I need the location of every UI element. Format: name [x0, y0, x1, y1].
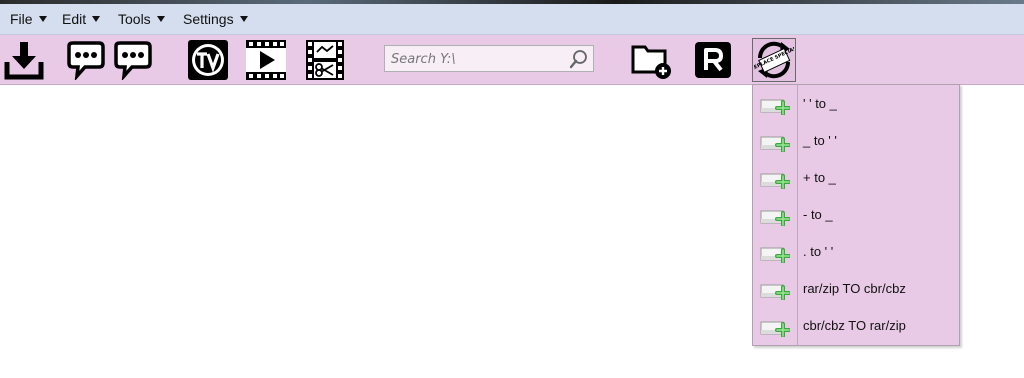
- add-rename-rule-icon: [760, 284, 790, 300]
- speech-bubble-icon: [67, 41, 105, 80]
- replace-special-icon: REPLACE SPECIAL: [754, 41, 794, 79]
- film-edit-button[interactable]: [303, 38, 347, 82]
- new-folder-button[interactable]: [629, 38, 673, 82]
- menu-item-label: rar/zip TO cbr/cbz: [803, 281, 906, 296]
- menu-item-label: _ to ' ': [803, 133, 837, 148]
- menu-item-label: cbr/cbz TO rar/zip: [803, 318, 906, 333]
- download-icon: [4, 42, 44, 80]
- menu-item-label: - to _: [803, 207, 833, 222]
- menu-item-label: . to ' ': [803, 244, 834, 259]
- chevron-down-icon: [92, 16, 101, 23]
- download-button[interactable]: [2, 38, 46, 82]
- rename-button[interactable]: [691, 38, 735, 82]
- add-rename-rule-icon: [760, 321, 790, 337]
- new-folder-icon: [631, 45, 671, 79]
- menu-file-label: File: [10, 11, 33, 27]
- menu-item-rar-zip-to-cbr-cbz[interactable]: rar/zip TO cbr/cbz: [753, 271, 959, 308]
- search-input[interactable]: [391, 49, 561, 69]
- chat-button-2[interactable]: [111, 38, 155, 82]
- menu-tools-label: Tools: [118, 11, 151, 27]
- menu-file[interactable]: File: [10, 11, 47, 27]
- menu-edit-label: Edit: [62, 11, 87, 27]
- menu-bar: File Edit Tools Settings: [0, 4, 1024, 35]
- chat-button[interactable]: [64, 38, 108, 82]
- menu-tools[interactable]: Tools: [118, 11, 165, 27]
- tv-button[interactable]: [186, 38, 230, 82]
- add-rename-rule-icon: [760, 99, 790, 115]
- menu-item-dot-to-space[interactable]: . to ' ': [753, 234, 959, 271]
- video-button[interactable]: [244, 38, 288, 82]
- add-rename-rule-icon: [760, 173, 790, 189]
- chevron-down-icon: [38, 16, 47, 23]
- menu-item-cbr-cbz-to-rar-zip[interactable]: cbr/cbz TO rar/zip: [753, 308, 959, 345]
- menu-item-underscore-to-space[interactable]: _ to ' ': [753, 123, 959, 160]
- menu-settings-label: Settings: [183, 11, 234, 27]
- add-rename-rule-icon: [760, 136, 790, 152]
- chevron-down-icon: [239, 16, 248, 23]
- replace-special-menu: ' ' to _ _ to ' ' + to _ - to _ . to ' '…: [752, 84, 960, 346]
- menu-edit[interactable]: Edit: [62, 11, 101, 27]
- rename-r-icon: [695, 42, 731, 78]
- toolbar: REPLACE SPECIAL: [0, 35, 1024, 85]
- search-box: [384, 45, 594, 72]
- menu-item-label: + to _: [803, 170, 836, 185]
- menu-item-space-to-underscore[interactable]: ' ' to _: [753, 86, 959, 123]
- speech-bubble-icon: [114, 41, 152, 80]
- search-icon[interactable]: [569, 49, 589, 69]
- add-rename-rule-icon: [760, 247, 790, 263]
- menu-settings[interactable]: Settings: [183, 11, 248, 27]
- menu-item-dash-to-underscore[interactable]: - to _: [753, 197, 959, 234]
- add-rename-rule-icon: [760, 210, 790, 226]
- chevron-down-icon: [156, 16, 165, 23]
- film-cut-icon: [306, 40, 344, 80]
- video-play-icon: [246, 40, 286, 80]
- menu-item-plus-to-underscore[interactable]: + to _: [753, 160, 959, 197]
- replace-special-button[interactable]: REPLACE SPECIAL: [752, 38, 796, 82]
- menu-item-label: ' ' to _: [803, 96, 837, 111]
- tv-icon: [188, 40, 228, 80]
